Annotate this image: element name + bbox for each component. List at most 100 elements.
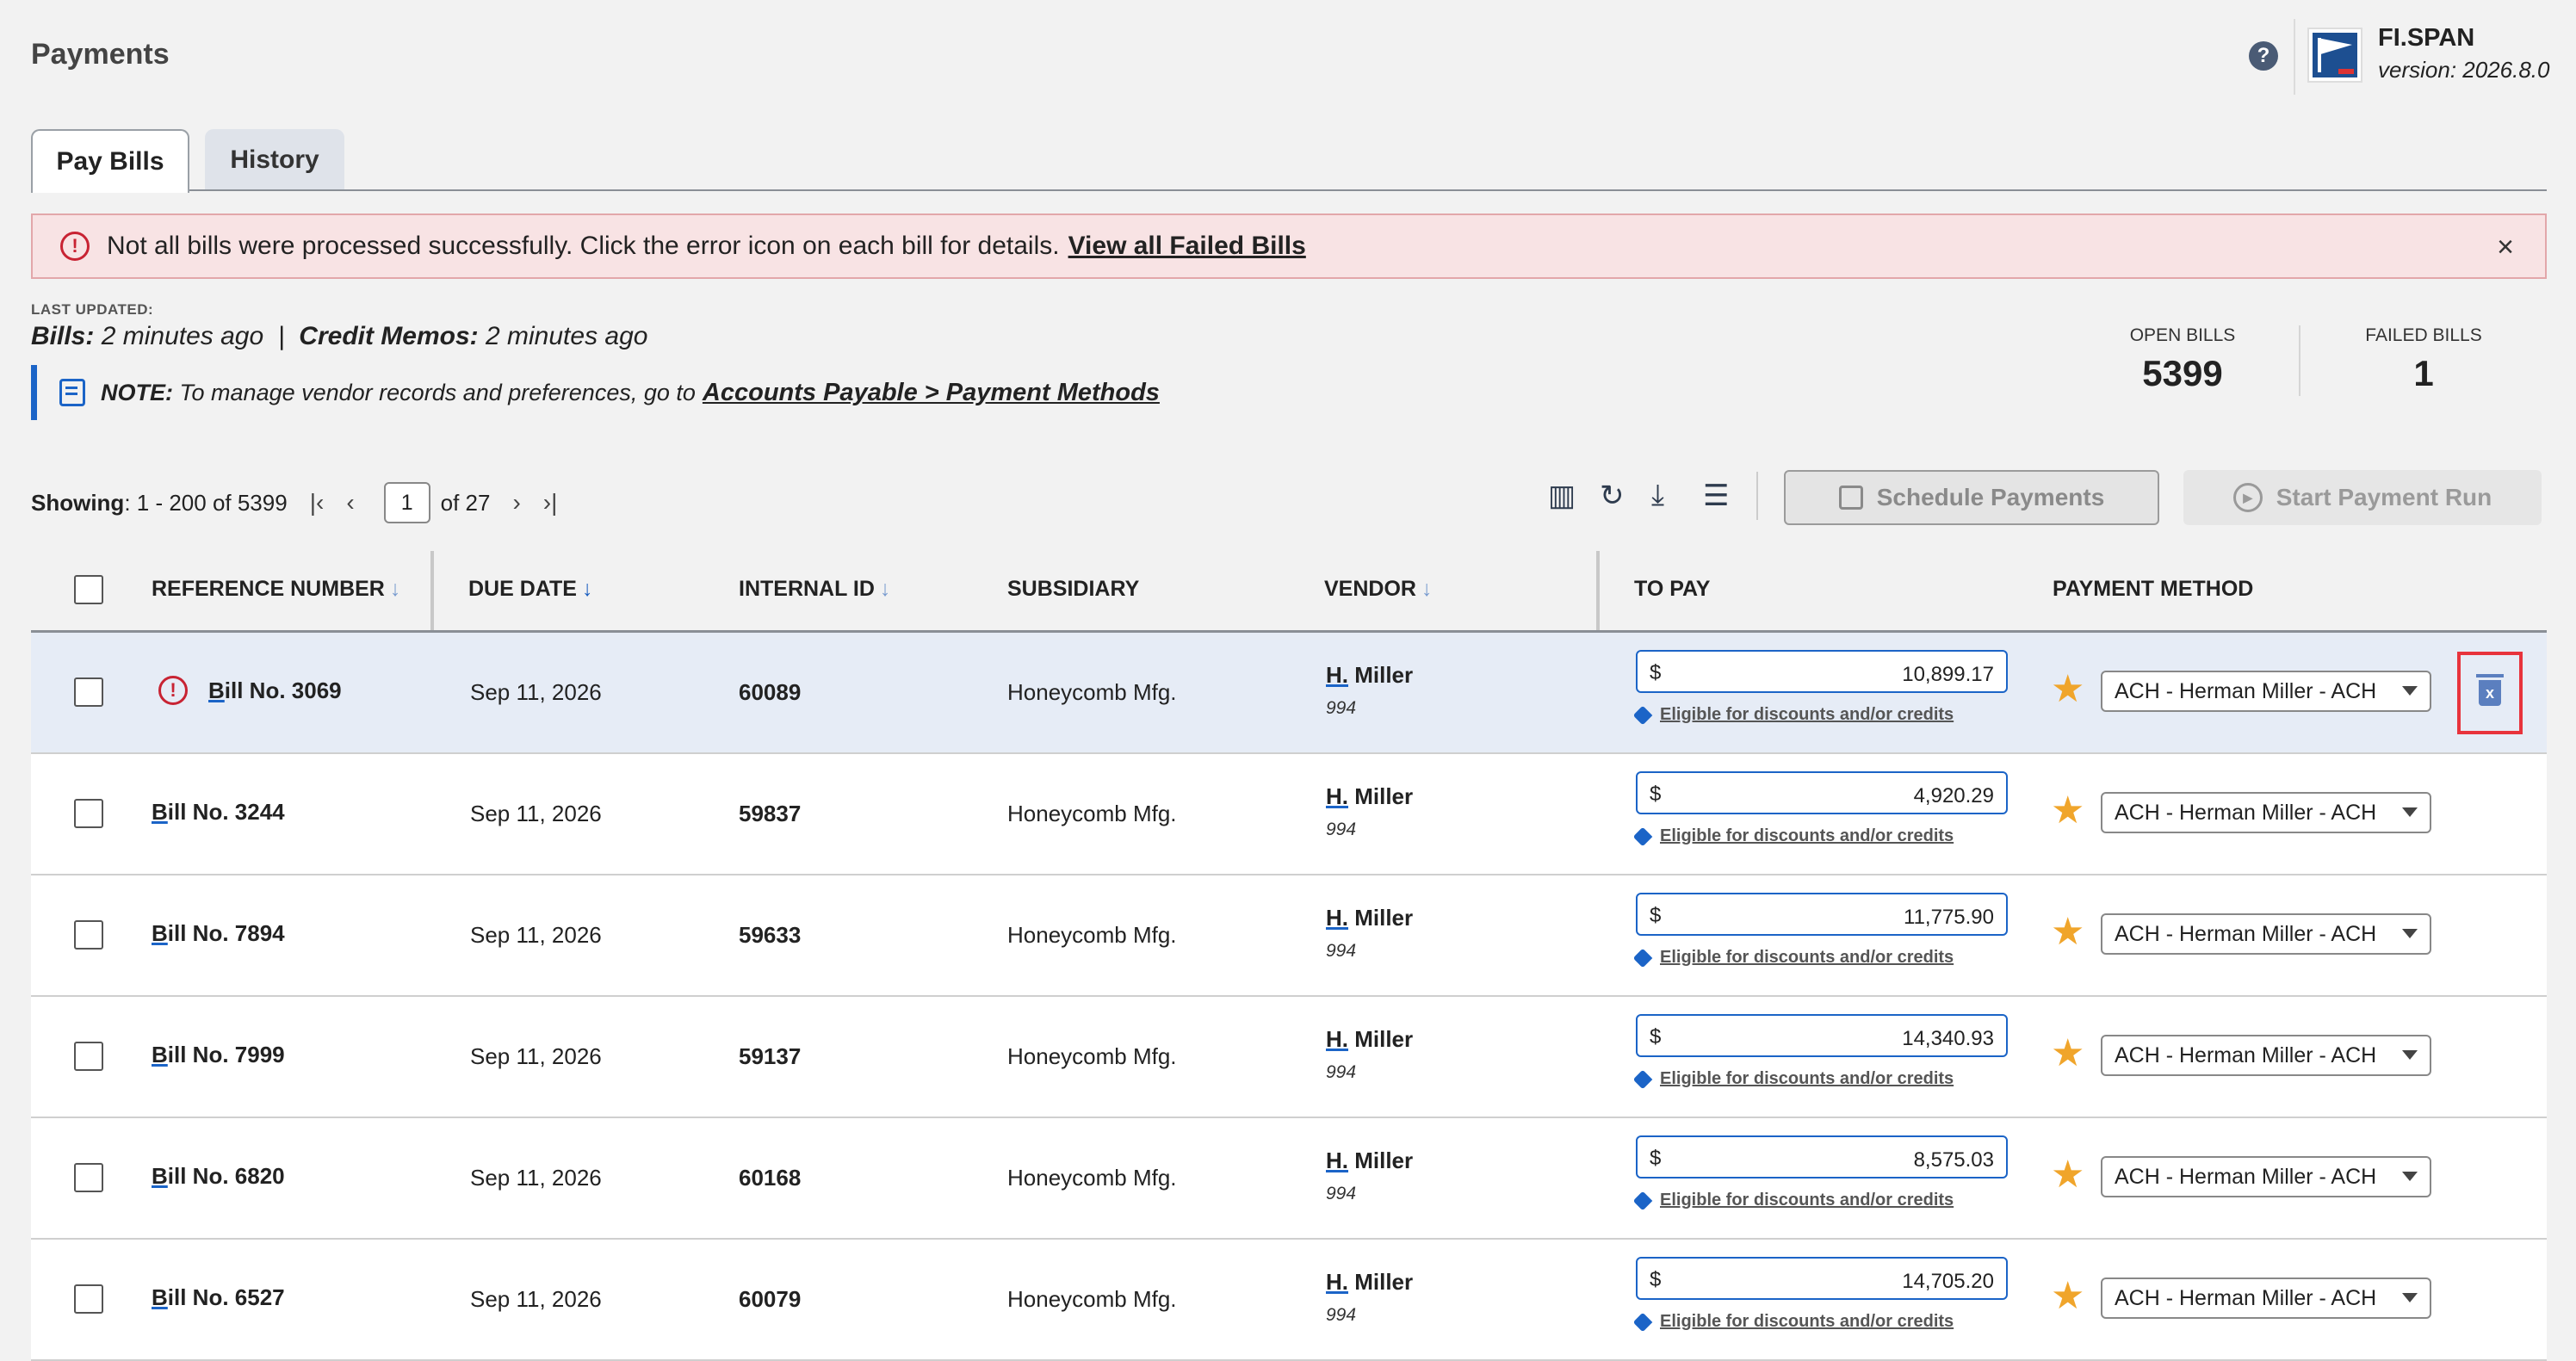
table-row[interactable]: Bill No. 7999 Sep 11, 2026 59137 Honeyco… <box>31 997 2547 1118</box>
vendor-initial: H. <box>1326 1026 1348 1052</box>
col-due-date[interactable]: DUE DATE ↓ <box>468 577 592 602</box>
table-row[interactable]: Bill No. 6527 Sep 11, 2026 60079 Honeyco… <box>31 1240 2547 1361</box>
discount-link[interactable]: Eligible for discounts and/or credits <box>1632 705 1954 725</box>
remove-bill-button[interactable]: x <box>2457 652 2523 734</box>
star-icon[interactable]: ★ <box>2051 1031 2084 1075</box>
prev-page-icon[interactable]: ‹ <box>346 489 354 517</box>
bill-reference-text: ill No. 3244 <box>167 799 285 825</box>
vendor-link[interactable]: H. Miller <box>1326 1026 1413 1053</box>
view-failed-bills-link[interactable]: View all Failed Bills <box>1068 232 1306 261</box>
amount-input[interactable]: $14,340.93 <box>1636 1014 2008 1057</box>
currency-symbol: $ <box>1650 1268 1662 1291</box>
payment-method-value: ACH - Herman Miller - ACH <box>2115 921 2377 946</box>
discount-link[interactable]: Eligible for discounts and/or credits <box>1632 1312 1954 1332</box>
star-icon[interactable]: ★ <box>2051 667 2084 711</box>
vendor-link[interactable]: H. Miller <box>1326 905 1413 931</box>
download-icon[interactable]: ⤓ <box>1651 479 1664 512</box>
due-date: Sep 11, 2026 <box>470 1286 602 1312</box>
row-checkbox[interactable] <box>74 799 103 828</box>
row-checkbox[interactable] <box>74 920 103 950</box>
chevron-down-icon <box>2402 807 2418 817</box>
amount-input[interactable]: $4,920.29 <box>1636 771 2008 814</box>
columns-icon[interactable]: ▥ <box>1548 479 1576 513</box>
star-icon[interactable]: ★ <box>2051 789 2084 832</box>
due-date: Sep 11, 2026 <box>470 922 602 948</box>
vendor-name: Miller <box>1348 1269 1414 1295</box>
amount-value: 14,340.93 <box>1902 1027 1994 1050</box>
internal-id: 60079 <box>739 1286 802 1312</box>
table-row[interactable]: Bill No. 7894 Sep 11, 2026 59633 Honeyco… <box>31 875 2547 997</box>
next-page-icon[interactable]: › <box>512 489 520 517</box>
help-icon[interactable]: ? <box>2249 41 2278 71</box>
error-icon[interactable]: ! <box>158 676 188 705</box>
col-reference-number[interactable]: REFERENCE NUMBER ↓ <box>152 577 400 602</box>
bill-reference-text: ill No. 7999 <box>167 1042 285 1067</box>
bills-updated: 2 minutes ago <box>101 322 264 350</box>
col-vendor[interactable]: VENDOR ↓ <box>1324 577 1432 602</box>
table-row[interactable]: Bill No. 3244 Sep 11, 2026 59837 Honeyco… <box>31 754 2547 875</box>
amount-input[interactable]: $10,899.17 <box>1636 650 2008 693</box>
subsidiary: Honeycomb Mfg. <box>1007 801 1177 826</box>
row-checkbox[interactable] <box>74 677 103 707</box>
vendor-link[interactable]: H. Miller <box>1326 783 1413 810</box>
bill-reference-link[interactable]: Bill No. 7999 <box>152 1042 285 1068</box>
discount-link[interactable]: Eligible for discounts and/or credits <box>1632 1069 1954 1089</box>
payment-methods-link[interactable]: Accounts Payable > Payment Methods <box>703 379 1160 407</box>
payment-method-select[interactable]: ACH - Herman Miller - ACH <box>2101 671 2431 712</box>
col-internal-id[interactable]: INTERNAL ID ↓ <box>739 577 890 602</box>
amount-input[interactable]: $8,575.03 <box>1636 1135 2008 1179</box>
bill-reference-initial: B <box>152 799 168 825</box>
bill-reference-link[interactable]: Bill No. 7894 <box>152 920 285 947</box>
sort-arrow-icon: ↓ <box>879 577 891 601</box>
tab-pay-bills[interactable]: Pay Bills <box>31 129 189 193</box>
start-payment-run-button[interactable]: ▶ Start Payment Run <box>2183 470 2542 525</box>
row-checkbox[interactable] <box>74 1163 103 1192</box>
row-checkbox[interactable] <box>74 1284 103 1314</box>
due-date: Sep 11, 2026 <box>470 1165 602 1191</box>
last-page-icon[interactable]: ›| <box>543 489 558 517</box>
close-icon[interactable]: × <box>2497 231 2514 264</box>
table-row[interactable]: ! Bill No. 3069 Sep 11, 2026 60089 Honey… <box>31 633 2547 754</box>
tab-history[interactable]: History <box>205 129 344 191</box>
payment-method-select[interactable]: ACH - Herman Miller - ACH <box>2101 1035 2431 1076</box>
col-to-pay: TO PAY <box>1634 577 1711 601</box>
schedule-payments-button[interactable]: Schedule Payments <box>1784 470 2159 525</box>
star-icon[interactable]: ★ <box>2051 1153 2084 1197</box>
bill-reference-initial: B <box>152 1163 168 1189</box>
payment-method-select[interactable]: ACH - Herman Miller - ACH <box>2101 913 2431 955</box>
page-number-input[interactable]: 1 <box>383 482 430 523</box>
filter-icon[interactable]: ☰ <box>1703 479 1729 513</box>
stats-divider <box>2299 325 2300 396</box>
credit-memos-label: Credit Memos: <box>299 322 479 350</box>
vendor-link[interactable]: H. Miller <box>1326 1269 1413 1296</box>
payment-method-select[interactable]: ACH - Herman Miller - ACH <box>2101 1277 2431 1319</box>
vendor-link[interactable]: H. Miller <box>1326 662 1413 689</box>
refresh-icon[interactable]: ↻ <box>1600 479 1625 513</box>
star-icon[interactable]: ★ <box>2051 910 2084 954</box>
amount-input[interactable]: $11,775.90 <box>1636 893 2008 936</box>
discount-link[interactable]: Eligible for discounts and/or credits <box>1632 1191 1954 1210</box>
chevron-down-icon <box>2402 686 2418 696</box>
trash-icon: x <box>2476 674 2504 706</box>
discount-link[interactable]: Eligible for discounts and/or credits <box>1632 948 1954 968</box>
note-label: NOTE: <box>101 379 173 405</box>
tag-icon <box>1632 1069 1653 1089</box>
payment-method-select[interactable]: ACH - Herman Miller - ACH <box>2101 1156 2431 1197</box>
bill-reference-link[interactable]: Bill No. 6527 <box>152 1284 285 1311</box>
col-subsidiary[interactable]: SUBSIDIARY <box>1007 577 1139 602</box>
bill-reference-link[interactable]: Bill No. 3244 <box>152 799 285 826</box>
payment-method-select[interactable]: ACH - Herman Miller - ACH <box>2101 792 2431 833</box>
chevron-down-icon <box>2402 1172 2418 1181</box>
row-checkbox[interactable] <box>74 1042 103 1071</box>
bill-reference-link[interactable]: Bill No. 6820 <box>152 1163 285 1190</box>
star-icon[interactable]: ★ <box>2051 1274 2084 1318</box>
select-all-checkbox[interactable] <box>74 575 103 604</box>
due-date: Sep 11, 2026 <box>470 801 602 826</box>
first-page-icon[interactable]: |‹ <box>310 489 325 517</box>
vendor-link[interactable]: H. Miller <box>1326 1148 1413 1174</box>
amount-input[interactable]: $14,705.20 <box>1636 1257 2008 1300</box>
discount-link[interactable]: Eligible for discounts and/or credits <box>1632 826 1954 846</box>
bill-reference-link[interactable]: Bill No. 3069 <box>208 677 342 704</box>
vendor-name: Miller <box>1348 1026 1414 1052</box>
table-row[interactable]: Bill No. 6820 Sep 11, 2026 60168 Honeyco… <box>31 1118 2547 1240</box>
